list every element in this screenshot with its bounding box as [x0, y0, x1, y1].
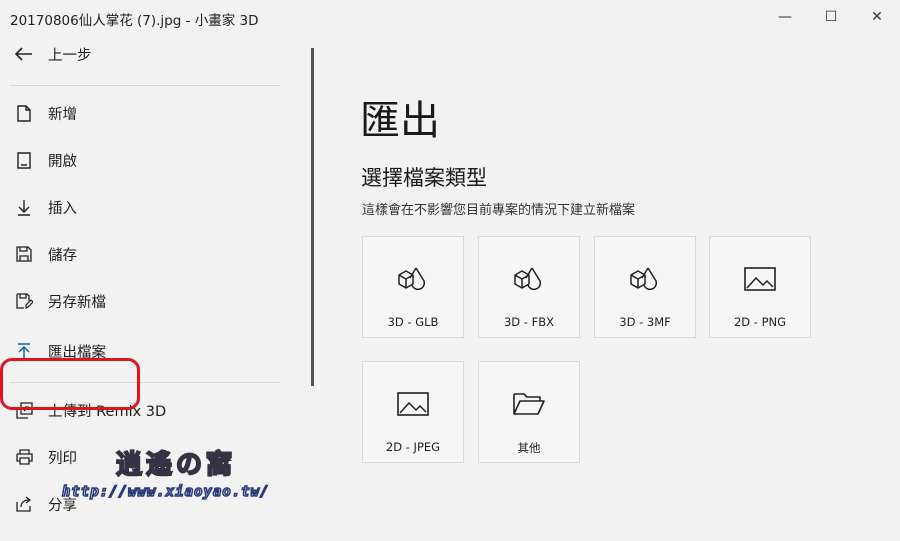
- close-button[interactable]: ✕: [854, 0, 900, 34]
- section-description: 這樣會在不影響您目前專案的情況下建立新檔案: [362, 203, 636, 218]
- sidebar-item-label: 新增: [48, 106, 77, 123]
- sidebar-item-label: 插入: [48, 200, 77, 217]
- 3d-shapes-icon: [595, 265, 695, 295]
- sidebar-item-label: 儲存: [48, 247, 77, 264]
- 3d-shapes-icon: [363, 265, 463, 295]
- close-icon: ✕: [871, 9, 883, 25]
- maximize-icon: ☐: [824, 9, 838, 25]
- file-type-card-other[interactable]: 其他: [478, 361, 580, 463]
- folder-icon: [479, 390, 579, 420]
- selection-highlight: [0, 358, 140, 410]
- sidebar-item-new[interactable]: 新增: [0, 93, 290, 133]
- file-type-card-png[interactable]: 2D - PNG: [709, 236, 811, 338]
- file-type-label: 2D - PNG: [733, 315, 787, 329]
- sidebar-item-label: 另存新檔: [48, 294, 106, 311]
- share-icon: [14, 494, 34, 514]
- sidebar-item-open[interactable]: 開啟: [0, 140, 290, 180]
- page-title: 匯出: [360, 98, 440, 144]
- insert-icon: [14, 197, 34, 217]
- minimize-button[interactable]: —: [762, 0, 808, 34]
- maximize-button[interactable]: ☐: [808, 0, 854, 34]
- back-button[interactable]: 上一步: [0, 34, 290, 74]
- save-icon: [14, 244, 34, 264]
- title-bar: 20170806仙人掌花 (7).jpg - 小畫家 3D — ☐ ✕: [0, 0, 900, 34]
- sidebar-item-save[interactable]: 儲存: [0, 234, 290, 274]
- back-label: 上一步: [48, 47, 92, 64]
- print-icon: [14, 447, 34, 467]
- file-type-card-glb[interactable]: 3D - GLB: [362, 236, 464, 338]
- back-arrow-icon: [14, 44, 34, 64]
- file-type-card-jpeg[interactable]: 2D - JPEG: [362, 361, 464, 463]
- sidebar-item-save-as[interactable]: 另存新檔: [0, 281, 290, 321]
- new-file-icon: [14, 103, 34, 123]
- 3d-shapes-icon: [479, 265, 579, 295]
- open-file-icon: [14, 150, 34, 170]
- file-type-label: 3D - 3MF: [619, 315, 671, 329]
- watermark-url: http://www.xiaoyao.tw/: [61, 483, 270, 501]
- image-icon: [710, 265, 810, 295]
- window-title: 20170806仙人掌花 (7).jpg - 小畫家 3D: [10, 13, 259, 29]
- file-type-label: 3D - FBX: [503, 315, 554, 329]
- save-as-icon: [14, 291, 34, 311]
- separator: [10, 85, 280, 86]
- section-title: 選擇檔案類型: [361, 166, 487, 190]
- file-type-card-fbx[interactable]: 3D - FBX: [478, 236, 580, 338]
- file-type-card-3mf[interactable]: 3D - 3MF: [594, 236, 696, 338]
- file-type-label: 2D - JPEG: [385, 440, 441, 454]
- image-icon: [363, 390, 463, 420]
- minimize-icon: —: [778, 9, 792, 25]
- file-type-label: 其他: [517, 441, 541, 455]
- watermark-title: 逍遙の窩: [115, 449, 237, 481]
- sidebar-item-label: 開啟: [48, 153, 77, 170]
- sidebar-scrollbar[interactable]: [311, 48, 314, 386]
- file-type-label: 3D - GLB: [387, 315, 439, 329]
- sidebar-item-insert[interactable]: 插入: [0, 187, 290, 227]
- watermark: 逍遙の窩 http://www.xiaoyao.tw/: [61, 444, 292, 510]
